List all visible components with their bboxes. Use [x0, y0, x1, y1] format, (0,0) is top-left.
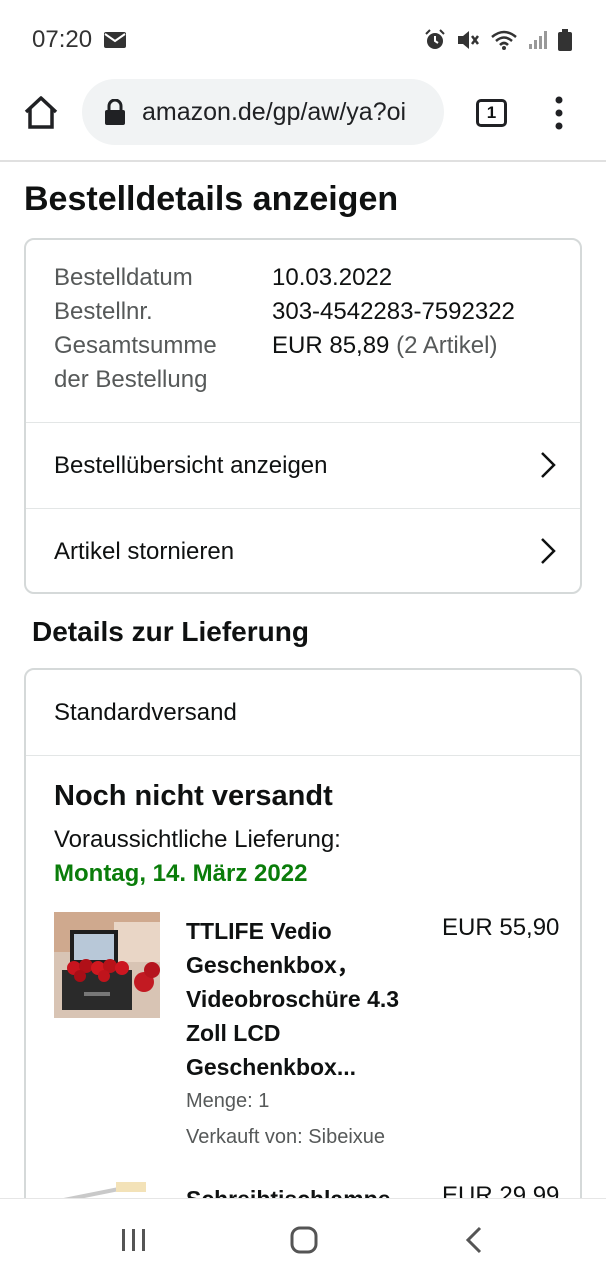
mail-icon [104, 32, 127, 48]
title-line: Videobroschüre 4.3 [186, 986, 400, 1012]
recent-apps-icon[interactable] [120, 1227, 148, 1253]
view-order-summary-link[interactable]: Bestellübersicht anzeigen [26, 422, 580, 508]
order-date-label: Bestelldatum [54, 264, 193, 291]
home-circle-icon[interactable] [289, 1225, 319, 1255]
order-date-row: Bestelldatum [54, 264, 193, 292]
product-title-link[interactable]: TTLIFE Vedio Geschenkbox， Videobroschüre… [186, 914, 426, 1084]
product-quantity: Menge: 1 [186, 1090, 270, 1112]
order-total-amount: EUR 85,89 [272, 332, 390, 359]
order-item-count: (2 Artikel) [396, 332, 498, 359]
alarm-icon [425, 29, 445, 49]
eta-label: Voraussichtliche Lieferung: [54, 826, 341, 853]
link-label: Bestellübersicht anzeigen [54, 451, 328, 479]
order-summary-box: Bestelldatum 10.03.2022 Bestellnr. 303-4… [24, 238, 582, 594]
product-image[interactable] [54, 912, 160, 1018]
order-total-value: EUR 85,89 (2 Artikel) [272, 332, 497, 360]
mute-icon [458, 31, 479, 49]
shipment-status: Noch nicht versandt [54, 780, 333, 812]
order-number-row: Bestellnr. [54, 298, 153, 326]
status-bar: 07:20 [0, 0, 606, 80]
system-nav-bar [0, 1198, 606, 1280]
delivery-box: Standardversand Noch nicht versandt Vora… [24, 668, 582, 1228]
order-date-value: 10.03.2022 [272, 264, 393, 291]
product-price: EUR 55,90 [442, 914, 560, 941]
eta-date: Montag, 14. März 2022 [54, 860, 308, 887]
delivery-section-title: Details zur Lieferung [32, 616, 309, 647]
product-seller: Verkauft von: Sibeixue [186, 1126, 386, 1148]
video-gift-box-image [54, 912, 160, 1018]
order-number-value: 303-4542283-7592322 [272, 298, 515, 325]
title-line: Geschenkbox， [186, 952, 360, 978]
link-label: Artikel stornieren [54, 537, 235, 565]
status-time: 07:20 [32, 26, 93, 53]
chevron-right-icon [541, 452, 556, 478]
lock-icon [105, 99, 125, 125]
order-total-label-2: der Bestellung [54, 366, 208, 393]
toolbar-divider [0, 160, 606, 162]
browser-toolbar: amazon.de/gp/aw/ya?oi 1 [0, 70, 606, 160]
title-line: Geschenkbox... [186, 1054, 357, 1080]
address-bar[interactable]: amazon.de/gp/aw/ya?oi [82, 79, 444, 145]
page-title: Bestelldetails anzeigen [24, 180, 399, 218]
more-vert-icon[interactable] [549, 96, 569, 130]
title-line: Zoll LCD [186, 1020, 281, 1046]
signal-icon [529, 31, 547, 49]
url-text[interactable]: amazon.de/gp/aw/ya?oi [142, 98, 406, 127]
chevron-right-icon [541, 538, 556, 564]
wifi-icon [491, 30, 517, 50]
tab-switcher-button[interactable]: 1 [476, 99, 507, 127]
order-item: TTLIFE Vedio Geschenkbox， Videobroschüre… [54, 912, 564, 1162]
home-icon[interactable] [22, 94, 60, 132]
order-number-label: Bestellnr. [54, 298, 153, 325]
battery-icon [558, 29, 572, 51]
back-icon[interactable] [464, 1225, 484, 1255]
cancel-items-link[interactable]: Artikel stornieren [26, 508, 580, 592]
order-info: Bestelldatum 10.03.2022 Bestellnr. 303-4… [26, 240, 580, 422]
shipping-type: Standardversand [26, 670, 580, 756]
title-line: TTLIFE Vedio [186, 918, 332, 944]
order-total-label-1: Gesamtsumme [54, 332, 217, 359]
